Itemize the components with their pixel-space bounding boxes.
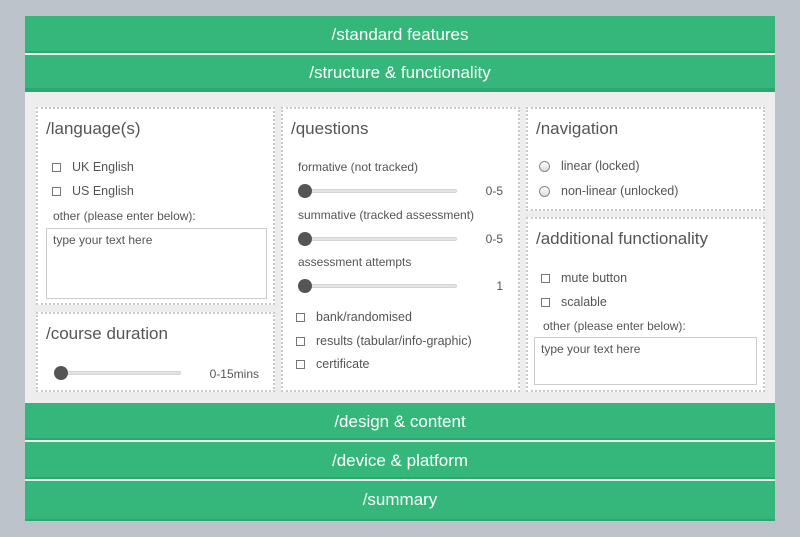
questions-panel: /questions formative (not tracked) 0-5 s… xyxy=(281,107,520,392)
navigation-title: /navigation xyxy=(536,119,619,138)
section-standard-features[interactable]: /standard features xyxy=(25,16,775,53)
checkbox-box[interactable] xyxy=(296,336,305,346)
language-title: /language(s) xyxy=(46,119,141,138)
additional-functionality-title: /additional functionality xyxy=(536,229,709,248)
checkbox-label: results (tabular/info-graphic) xyxy=(316,334,472,348)
slider-thumb[interactable] xyxy=(298,232,312,246)
radio-label: non-linear (unlocked) xyxy=(561,184,679,198)
language-other-textarea[interactable]: type your text here xyxy=(46,228,267,299)
summative-range: 0-5 xyxy=(485,232,503,246)
radio-non-linear[interactable]: non-linear (unlocked) xyxy=(539,184,678,198)
checkbox-bank-randomised[interactable]: bank/randomised xyxy=(296,310,412,324)
checkbox-box[interactable] xyxy=(52,186,61,196)
additional-functionality-panel: /additional functionality mute button sc… xyxy=(526,217,765,392)
checkbox-box[interactable] xyxy=(296,312,305,322)
checkbox-mute-button[interactable]: mute button xyxy=(541,271,627,285)
questions-title: /questions xyxy=(291,119,369,138)
radio-label: linear (locked) xyxy=(561,159,640,173)
checkbox-uk-english[interactable]: UK English xyxy=(52,160,134,174)
radio-button[interactable] xyxy=(539,160,550,172)
configurator-frame: /standard features /structure & function… xyxy=(25,16,775,521)
section-structure-functionality[interactable]: /structure & functionality xyxy=(25,55,775,92)
slider-track xyxy=(302,284,457,288)
formative-slider[interactable] xyxy=(298,184,457,198)
checkbox-label: UK English xyxy=(72,160,134,174)
course-duration-panel: /course duration 0-15mins xyxy=(36,312,275,392)
checkbox-label: mute button xyxy=(561,271,628,285)
attempts-range: 1 xyxy=(496,279,503,293)
language-other-label: other (please enter below): xyxy=(53,209,196,223)
checkbox-certificate[interactable]: certificate xyxy=(296,357,370,371)
slider-track xyxy=(302,237,457,241)
radio-linear[interactable]: linear (locked) xyxy=(539,159,640,173)
checkbox-label: scalable xyxy=(561,295,607,309)
summative-label: summative (tracked assessment) xyxy=(298,208,475,222)
checkbox-box[interactable] xyxy=(541,297,550,307)
attempts-label: assessment attempts xyxy=(298,255,412,269)
checkbox-scalable[interactable]: scalable xyxy=(541,295,607,309)
checkbox-label: US English xyxy=(72,184,134,198)
section-summary[interactable]: /summary xyxy=(25,481,775,521)
slider-track xyxy=(302,189,457,193)
radio-button[interactable] xyxy=(539,185,550,197)
slider-thumb[interactable] xyxy=(298,279,312,293)
formative-label: formative (not tracked) xyxy=(298,160,419,174)
course-duration-title: /course duration xyxy=(46,324,168,343)
course-duration-slider[interactable] xyxy=(54,366,181,380)
section-device-platform[interactable]: /device & platform xyxy=(25,442,775,479)
slider-track xyxy=(58,371,181,375)
summative-slider[interactable] xyxy=(298,232,457,246)
checkbox-label: certificate xyxy=(316,357,370,371)
section-design-content[interactable]: /design & content xyxy=(25,403,775,440)
navigation-panel: /navigation linear (locked) non-linear (… xyxy=(526,107,765,211)
checkbox-us-english[interactable]: US English xyxy=(52,184,134,198)
checkbox-box[interactable] xyxy=(541,273,550,283)
attempts-slider[interactable] xyxy=(298,279,457,293)
slider-thumb[interactable] xyxy=(298,184,312,198)
slider-thumb[interactable] xyxy=(54,366,68,380)
additional-other-label: other (please enter below): xyxy=(543,319,686,333)
checkbox-box[interactable] xyxy=(52,162,61,172)
course-duration-range: 0-15mins xyxy=(209,367,259,381)
checkbox-results[interactable]: results (tabular/info-graphic) xyxy=(296,334,472,348)
checkbox-label: bank/randomised xyxy=(316,310,412,324)
formative-range: 0-5 xyxy=(485,184,503,198)
checkbox-box[interactable] xyxy=(296,359,305,369)
language-panel: /language(s) UK English US English other… xyxy=(36,107,275,305)
additional-other-textarea[interactable]: type your text here xyxy=(534,337,757,385)
